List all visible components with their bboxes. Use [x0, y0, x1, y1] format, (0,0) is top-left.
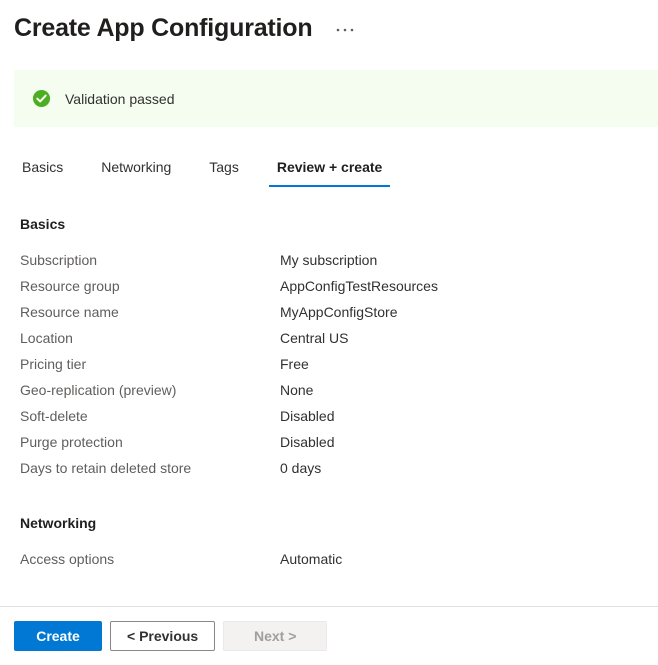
- section-title: Basics: [0, 215, 658, 234]
- review-row-label: Purge protection: [0, 432, 280, 452]
- review-row-value: Disabled: [280, 432, 334, 452]
- review-row: Location Central US: [0, 328, 658, 354]
- review-row-label: Location: [0, 328, 280, 348]
- review-row: Access options Automatic: [0, 549, 658, 575]
- review-row-label: Geo-replication (preview): [0, 380, 280, 400]
- ellipsis-horizontal-icon: [336, 27, 354, 33]
- review-row-value: MyAppConfigStore: [280, 302, 398, 322]
- check-circle-icon: [32, 89, 51, 108]
- review-content: Basics Subscription My subscription Reso…: [0, 215, 658, 603]
- section-basics: Basics Subscription My subscription Reso…: [0, 215, 658, 484]
- tab-basics[interactable]: Basics: [14, 157, 71, 187]
- tab-review-create[interactable]: Review + create: [269, 157, 390, 187]
- tab-networking[interactable]: Networking: [93, 157, 179, 187]
- review-row-value: 0 days: [280, 458, 321, 478]
- review-row-value: Automatic: [280, 549, 342, 569]
- review-row: Purge protection Disabled: [0, 432, 658, 458]
- review-row: Soft-delete Disabled: [0, 406, 658, 432]
- previous-button[interactable]: < Previous: [110, 621, 215, 651]
- page-title: Create App Configuration: [14, 13, 312, 43]
- review-row-value: None: [280, 380, 313, 400]
- review-row: Pricing tier Free: [0, 354, 658, 380]
- review-row-label: Pricing tier: [0, 354, 280, 374]
- review-row-value: Central US: [280, 328, 348, 348]
- wizard-footer: Create < Previous Next >: [0, 607, 658, 665]
- review-row-value: Disabled: [280, 406, 334, 426]
- tab-tags[interactable]: Tags: [201, 157, 247, 187]
- create-button[interactable]: Create: [14, 621, 102, 651]
- review-row: Geo-replication (preview) None: [0, 380, 658, 406]
- next-button: Next >: [223, 621, 327, 651]
- review-row-value: AppConfigTestResources: [280, 276, 438, 296]
- review-row-label: Subscription: [0, 250, 280, 270]
- review-row-label: Resource name: [0, 302, 280, 322]
- more-options-button[interactable]: [332, 17, 358, 43]
- section-networking: Networking Access options Automatic: [0, 514, 658, 575]
- review-row: Subscription My subscription: [0, 250, 658, 276]
- review-row-value: My subscription: [280, 250, 377, 270]
- wizard-tabs: Basics Networking Tags Review + create: [14, 155, 412, 187]
- review-row: Resource name MyAppConfigStore: [0, 302, 658, 328]
- review-row-value: Free: [280, 354, 309, 374]
- page-header: Create App Configuration: [0, 0, 658, 42]
- review-row: Days to retain deleted store 0 days: [0, 458, 658, 484]
- validation-banner: Validation passed: [14, 70, 658, 127]
- review-row-label: Days to retain deleted store: [0, 458, 280, 478]
- section-title: Networking: [0, 514, 658, 533]
- review-row-label: Access options: [0, 549, 280, 569]
- review-row: Resource group AppConfigTestResources: [0, 276, 658, 302]
- review-row-label: Soft-delete: [0, 406, 280, 426]
- validation-banner-text: Validation passed: [65, 89, 174, 109]
- review-row-label: Resource group: [0, 276, 280, 296]
